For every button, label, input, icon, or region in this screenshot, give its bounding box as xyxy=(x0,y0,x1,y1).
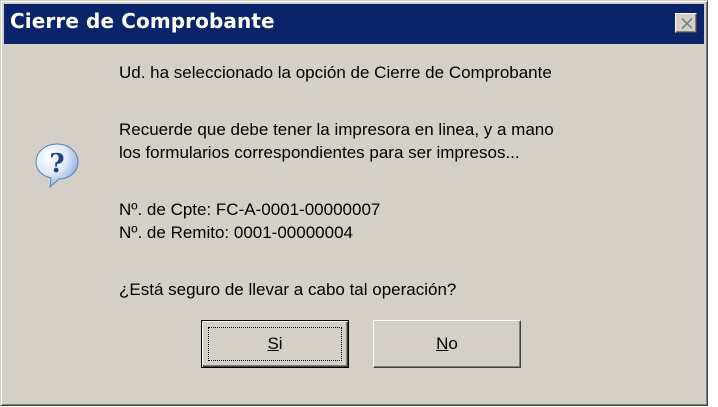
svg-text:?: ? xyxy=(49,149,64,179)
voucher-number: Nº. de Cpte: FC-A-0001-00000007 xyxy=(119,200,381,219)
question-icon: ? xyxy=(33,141,81,189)
message-printer-line1: Recuerde que debe tener la impresora en … xyxy=(119,120,554,139)
close-icon xyxy=(681,18,693,29)
confirm-question: ¿Está seguro de llevar a cabo tal operac… xyxy=(119,280,457,299)
yes-button[interactable]: Si xyxy=(201,320,349,368)
message-selected-option: Ud. ha seleccionado la opción de Cierre … xyxy=(119,63,552,82)
no-button-label: No xyxy=(436,334,458,353)
confirm-dialog: Cierre de Comprobante ? Ud. ha seleccion… xyxy=(0,0,708,406)
dialog-title: Cierre de Comprobante xyxy=(10,9,275,33)
remito-number: Nº. de Remito: 0001-00000004 xyxy=(119,223,353,242)
close-button[interactable] xyxy=(675,13,697,33)
title-bar[interactable]: Cierre de Comprobante xyxy=(4,4,704,44)
no-button[interactable]: No xyxy=(373,320,521,368)
yes-button-label: Si xyxy=(267,334,283,353)
message-printer-line2: los formularios correspondientes para se… xyxy=(119,143,520,162)
